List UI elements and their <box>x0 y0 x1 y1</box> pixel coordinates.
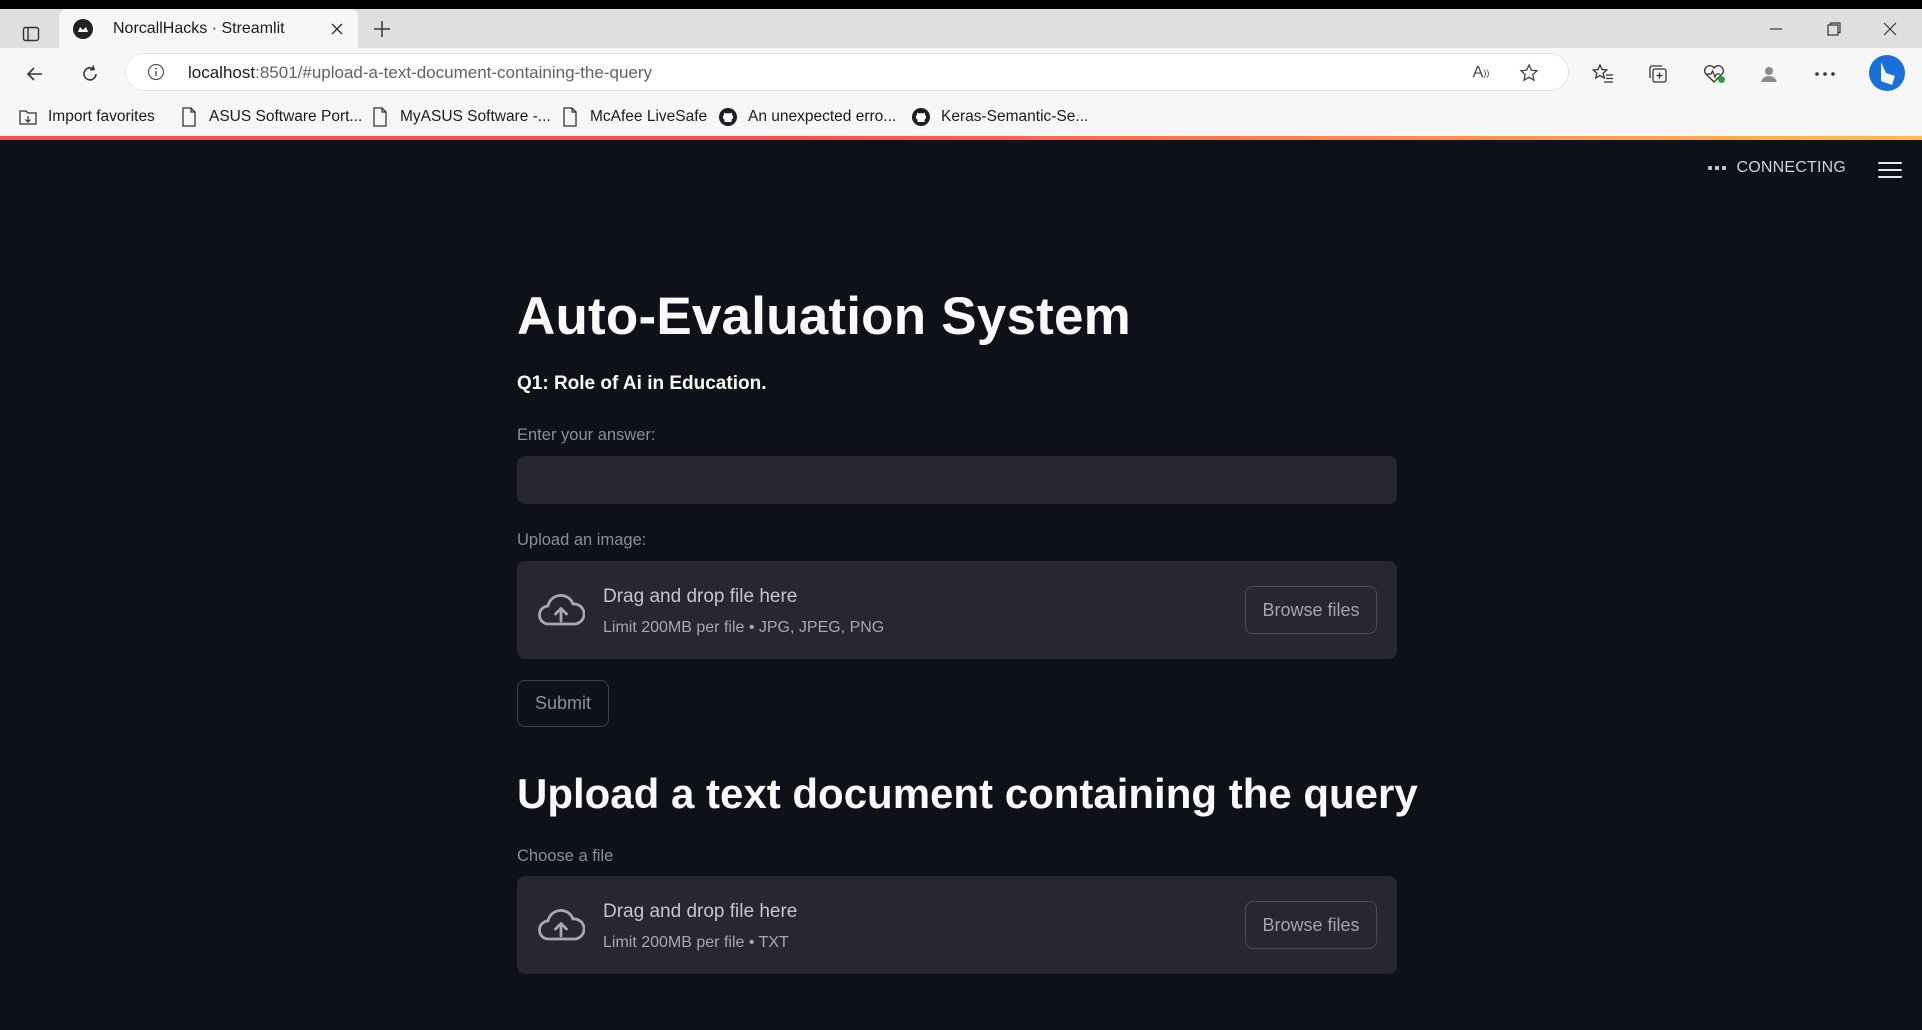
connection-status: CONNECTING <box>1708 159 1846 177</box>
image-upload-label: Upload an image: <box>517 531 647 549</box>
heart-pulse-icon <box>1704 65 1725 83</box>
bookmark-label: Keras-Semantic-Se... <box>941 108 1089 125</box>
bookmarks-bar: Import favorites ASUS Software Port... M… <box>0 98 1922 136</box>
streamlit-favicon-icon <box>73 18 93 39</box>
question-text: Q1: Role of Ai in Education. <box>517 373 767 394</box>
text-file-dropzone[interactable]: Drag and drop file here Limit 200MB per … <box>517 876 1397 974</box>
bookmark-mcafee-livesafe[interactable]: McAfee LiveSafe <box>560 103 707 131</box>
page-icon <box>370 107 390 127</box>
address-bar[interactable]: localhost:8501/#upload-a-text-document-c… <box>126 54 1568 90</box>
plus-icon <box>374 21 390 37</box>
profile-button[interactable] <box>1752 57 1786 91</box>
collections-icon <box>1649 65 1667 83</box>
bing-copilot-button[interactable] <box>1866 52 1908 94</box>
browser-essentials-button[interactable] <box>1697 57 1731 91</box>
favorites-button[interactable] <box>1586 57 1620 91</box>
tab-actions-button[interactable] <box>14 19 48 49</box>
close-icon <box>1883 22 1897 35</box>
hamburger-icon <box>1878 162 1902 164</box>
dropzone-limit-text: Limit 200MB per file • JPG, JPEG, PNG <box>603 619 885 636</box>
file-upload-label: Choose a file <box>517 847 614 865</box>
refresh-icon <box>83 65 97 81</box>
dropzone-title: Drag and drop file here <box>603 901 798 922</box>
browser-tab[interactable]: NorcallHacks · Streamlit <box>59 9 358 48</box>
window-close-button[interactable] <box>1862 9 1918 48</box>
bookmark-keras-semantic-segmentation[interactable]: Keras-Semantic-Se... <box>911 103 1088 131</box>
back-button[interactable] <box>18 57 52 91</box>
streamlit-app: CONNECTING Auto-Evaluation System Q1: Ro… <box>0 140 1922 1030</box>
tab-close-button[interactable] <box>322 14 352 44</box>
refresh-button[interactable] <box>73 57 107 91</box>
bookmark-label: An unexpected erro... <box>748 108 897 125</box>
cloud-upload-icon <box>538 909 585 941</box>
tab-bar: NorcallHacks · Streamlit <box>0 9 1922 48</box>
bookmark-label: ASUS Software Port... <box>209 108 363 125</box>
site-info-icon[interactable] <box>146 62 166 82</box>
profile-avatar-icon <box>1761 67 1777 82</box>
bing-icon <box>1869 55 1905 91</box>
restore-button[interactable] <box>1806 9 1862 48</box>
browse-files-button[interactable]: Browse files <box>1245 901 1377 949</box>
main-menu-button[interactable] <box>1878 158 1902 182</box>
window-top-edge <box>0 0 1922 9</box>
settings-more-button[interactable] <box>1808 57 1842 91</box>
page-icon <box>560 107 580 127</box>
favorite-star-icon[interactable] <box>1516 60 1542 86</box>
minimize-button[interactable] <box>1748 9 1804 48</box>
bookmark-myasus-software[interactable]: MyASUS Software -... <box>370 103 551 131</box>
github-icon <box>718 107 738 127</box>
submit-button[interactable]: Submit <box>517 680 609 727</box>
navigation-bar: localhost:8501/#upload-a-text-document-c… <box>0 48 1922 98</box>
cloud-upload-icon <box>538 594 585 626</box>
tab-actions-icon <box>22 26 40 42</box>
more-horizontal-icon <box>1815 72 1835 76</box>
answer-input[interactable] <box>517 456 1397 504</box>
collections-button[interactable] <box>1641 57 1675 91</box>
arrow-left-icon <box>26 67 42 81</box>
dropzone-title: Drag and drop file here <box>603 586 798 607</box>
browse-files-button[interactable]: Browse files <box>1245 586 1377 634</box>
favorites-list-icon <box>1592 63 1613 83</box>
url-path: :8501/#upload-a-text-document-containing… <box>255 63 653 82</box>
minimize-icon <box>1770 27 1782 30</box>
bookmark-label: Import favorites <box>48 108 155 125</box>
github-icon <box>911 107 931 127</box>
restore-icon <box>1827 21 1841 36</box>
bookmark-label: MyASUS Software -... <box>400 108 551 125</box>
url-text[interactable]: localhost:8501/#upload-a-text-document-c… <box>188 63 652 83</box>
answer-label: Enter your answer: <box>517 426 656 444</box>
bookmark-label: McAfee LiveSafe <box>590 108 708 125</box>
url-host: localhost <box>188 63 256 82</box>
status-text: CONNECTING <box>1736 159 1846 176</box>
page-icon <box>179 107 199 127</box>
bookmark-asus-software-portal[interactable]: ASUS Software Port... <box>179 103 362 131</box>
new-tab-button[interactable] <box>366 13 398 45</box>
bookmark-import-favorites[interactable]: Import favorites <box>18 103 155 131</box>
page-title: Auto-Evaluation System <box>517 287 1132 346</box>
close-icon <box>331 23 343 34</box>
tab-title: NorcallHacks · Streamlit <box>113 19 285 37</box>
section-heading: Upload a text document containing the qu… <box>517 770 1418 817</box>
read-aloud-icon[interactable]: A)) <box>1468 60 1494 86</box>
dropzone-limit-text: Limit 200MB per file • TXT <box>603 934 789 951</box>
connecting-dots-icon <box>1708 166 1727 170</box>
image-dropzone[interactable]: Drag and drop file here Limit 200MB per … <box>517 561 1397 659</box>
read-aloud-label: A <box>1472 64 1484 81</box>
bookmark-unexpected-error[interactable]: An unexpected erro... <box>718 103 896 131</box>
import-icon <box>18 107 38 127</box>
